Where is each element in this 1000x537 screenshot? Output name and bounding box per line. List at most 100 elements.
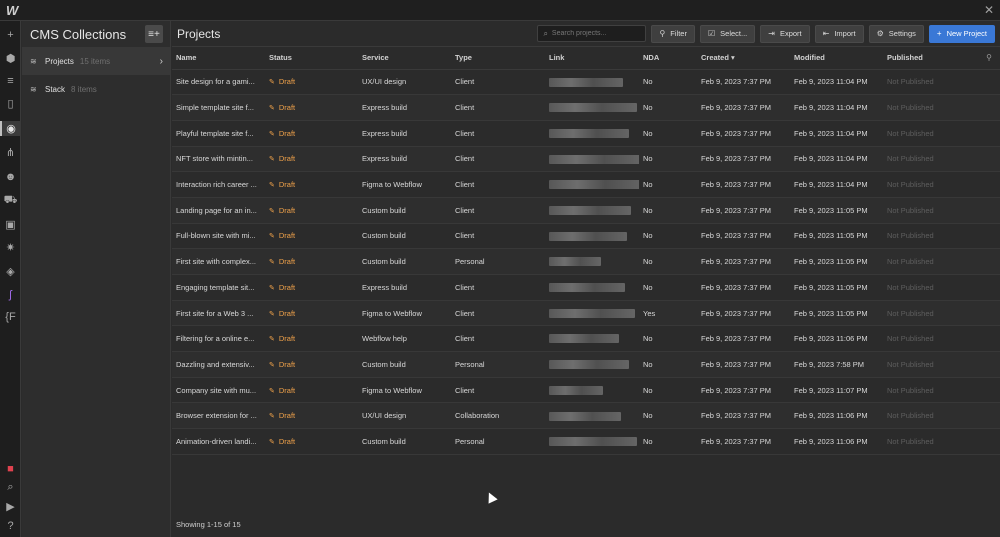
filter-button[interactable]: ⚲ Filter bbox=[651, 24, 695, 43]
cell-name[interactable]: Company site with mu... bbox=[172, 377, 265, 404]
cell-status: ✎ Draft bbox=[265, 223, 358, 250]
cell-nda: No bbox=[639, 377, 697, 404]
column-header[interactable]: NDA bbox=[639, 47, 697, 70]
table-row[interactable]: Playful template site f... ✎ Draft Express … bbox=[172, 120, 1000, 147]
blurred-link bbox=[549, 231, 627, 241]
select-button[interactable]: ☑ Select... bbox=[699, 24, 756, 43]
cell-name[interactable]: Animation-driven landi... bbox=[172, 428, 265, 455]
cell-name[interactable]: Site design for a gami... bbox=[172, 69, 265, 96]
search-box[interactable]: ⌕ bbox=[537, 25, 647, 42]
users-icon[interactable]: ☻ bbox=[3, 169, 18, 184]
blurred-link bbox=[549, 308, 635, 318]
add-panel-icon[interactable]: + bbox=[3, 27, 18, 42]
logic-icon[interactable]: ⋔ bbox=[3, 145, 18, 160]
variables-icon[interactable]: {F bbox=[3, 309, 18, 324]
cell-published: Not Published bbox=[883, 274, 1000, 301]
cell-modified: Feb 9, 2023 11:06 PM bbox=[790, 325, 883, 353]
cell-modified: Feb 9, 2023 11:06 PM bbox=[790, 428, 883, 455]
collection-item-projects[interactable]: ≋ Projects 15 items › bbox=[22, 47, 170, 75]
cell-name[interactable]: Simple template site f... bbox=[172, 94, 265, 121]
table-row[interactable]: Simple template site f... ✎ Draft Express b… bbox=[172, 94, 1000, 121]
table-row[interactable]: Browser extension for ... ✎ Draft UX/UI des… bbox=[172, 402, 1000, 430]
assets-icon[interactable]: ▣ bbox=[3, 217, 18, 232]
cell-type: Personal bbox=[451, 428, 545, 455]
export-button[interactable]: ⇥ Export bbox=[760, 24, 810, 43]
panel-header: CMS Collections ≡+ bbox=[22, 21, 170, 47]
settings-button[interactable]: ⚙ Settings bbox=[868, 24, 924, 43]
column-header[interactable]: Status bbox=[265, 47, 358, 70]
close-icon[interactable]: ✕ bbox=[984, 3, 994, 17]
column-header[interactable]: Modified bbox=[790, 47, 883, 70]
new-project-button[interactable]: + New Project bbox=[928, 24, 995, 43]
cell-created: Feb 9, 2023 7:37 PM bbox=[697, 120, 790, 147]
table-row[interactable]: First site for a Web 3 ... ✎ Draft Figma to… bbox=[172, 300, 1000, 327]
table-row[interactable]: Site design for a gami... ✎ Draft UX/UI des… bbox=[172, 69, 1000, 96]
navigator-icon[interactable]: ≡ bbox=[3, 73, 18, 88]
collection-item-stack[interactable]: ≋ Stack 8 items bbox=[22, 75, 170, 103]
cell-link bbox=[545, 120, 639, 147]
column-header[interactable]: Service bbox=[358, 47, 451, 70]
cell-name[interactable]: First site for a Web 3 ... bbox=[172, 300, 265, 327]
table-row[interactable]: Landing page for an in... ✎ Draft Custom bu… bbox=[172, 197, 1000, 224]
cell-name[interactable]: Dazzling and extensiv... bbox=[172, 351, 265, 378]
help-icon[interactable]: ? bbox=[3, 518, 18, 533]
cell-service: Custom build bbox=[358, 428, 451, 455]
pin-icon[interactable]: ⚲ bbox=[986, 53, 992, 62]
ecommerce-cart-icon[interactable]: ⛟ bbox=[3, 193, 18, 208]
table-row[interactable]: Dazzling and extensiv... ✎ Draft Custom bui… bbox=[172, 351, 1000, 378]
interactions-icon[interactable]: ʃ bbox=[3, 287, 18, 302]
cell-name[interactable]: Engaging template sit... bbox=[172, 274, 265, 301]
video-icon[interactable]: ▶ bbox=[3, 499, 18, 514]
search-icon[interactable]: ⌕ bbox=[3, 480, 18, 495]
table-row[interactable]: Full-blown site with mi... ✎ Draft Custom b… bbox=[172, 223, 1000, 250]
column-header[interactable]: Link bbox=[545, 47, 639, 70]
cell-name[interactable]: Full-blown site with mi... bbox=[172, 223, 265, 250]
cell-published: Not Published bbox=[883, 300, 1000, 327]
cell-status: ✎ Draft bbox=[265, 69, 358, 96]
webflow-logo[interactable]: W bbox=[6, 3, 18, 18]
cell-name[interactable]: NFT store with mintin... bbox=[172, 146, 265, 173]
table-row[interactable]: First site with complex... ✎ Draft Custom b… bbox=[172, 248, 1000, 275]
record-icon[interactable]: ■ bbox=[3, 461, 18, 476]
add-collection-button[interactable]: ≡+ bbox=[145, 25, 163, 43]
table-row[interactable]: NFT store with mintin... ✎ Draft Express bu… bbox=[172, 146, 1000, 173]
column-header[interactable]: Created ▾ bbox=[697, 47, 790, 70]
cell-nda: No bbox=[639, 120, 697, 147]
settings-gear-icon[interactable]: ✷ bbox=[3, 240, 18, 255]
cell-service: UX/UI design bbox=[358, 69, 451, 96]
apps-icon[interactable]: ◈ bbox=[3, 264, 18, 279]
table-row[interactable]: Animation-driven landi... ✎ Draft Custom bu… bbox=[172, 428, 1000, 455]
cms-database-icon[interactable]: ◉ bbox=[0, 121, 20, 136]
column-header[interactable]: Name bbox=[172, 47, 265, 70]
cell-created: Feb 9, 2023 7:37 PM bbox=[697, 223, 790, 250]
table-row[interactable]: Company site with mu... ✎ Draft Figma to We… bbox=[172, 377, 1000, 404]
cell-service: Express build bbox=[358, 274, 451, 301]
table-row[interactable]: Interaction rich career ... ✎ Draft Figma t… bbox=[172, 171, 1000, 198]
cell-status: ✎ Draft bbox=[265, 197, 358, 224]
cube-icon[interactable]: ⬢ bbox=[3, 51, 18, 66]
chevron-right-icon: › bbox=[159, 55, 163, 67]
cell-created: Feb 9, 2023 7:37 PM bbox=[697, 94, 790, 121]
pages-icon[interactable]: ▯ bbox=[3, 96, 18, 111]
pencil-icon: ✎ bbox=[269, 156, 275, 164]
cell-published: Not Published bbox=[883, 94, 1000, 121]
cell-name[interactable]: Playful template site f... bbox=[172, 120, 265, 147]
table-row[interactable]: Engaging template sit... ✎ Draft Express bu… bbox=[172, 274, 1000, 301]
table-row[interactable]: Filtering for a online e... ✎ Draft Webflow… bbox=[172, 325, 1000, 353]
pencil-icon: ✎ bbox=[269, 233, 275, 241]
cell-name[interactable]: Browser extension for ... bbox=[172, 402, 265, 430]
column-header[interactable]: Published ⚲ bbox=[883, 47, 1000, 70]
cell-name[interactable]: Filtering for a online e... bbox=[172, 325, 265, 353]
cell-service: Custom build bbox=[358, 248, 451, 275]
cell-name[interactable]: Landing page for an in... bbox=[172, 197, 265, 224]
cell-created: Feb 9, 2023 7:37 PM bbox=[697, 248, 790, 275]
cell-link bbox=[545, 69, 639, 96]
cell-created: Feb 9, 2023 7:37 PM bbox=[697, 402, 790, 430]
column-header[interactable]: Type bbox=[451, 47, 545, 70]
cell-name[interactable]: First site with complex... bbox=[172, 248, 265, 275]
search-input[interactable] bbox=[551, 30, 642, 37]
cell-published: Not Published bbox=[883, 120, 1000, 147]
cell-service: Express build bbox=[358, 94, 451, 121]
cell-name[interactable]: Interaction rich career ... bbox=[172, 171, 265, 198]
import-button[interactable]: ⇤ Import bbox=[814, 24, 864, 43]
